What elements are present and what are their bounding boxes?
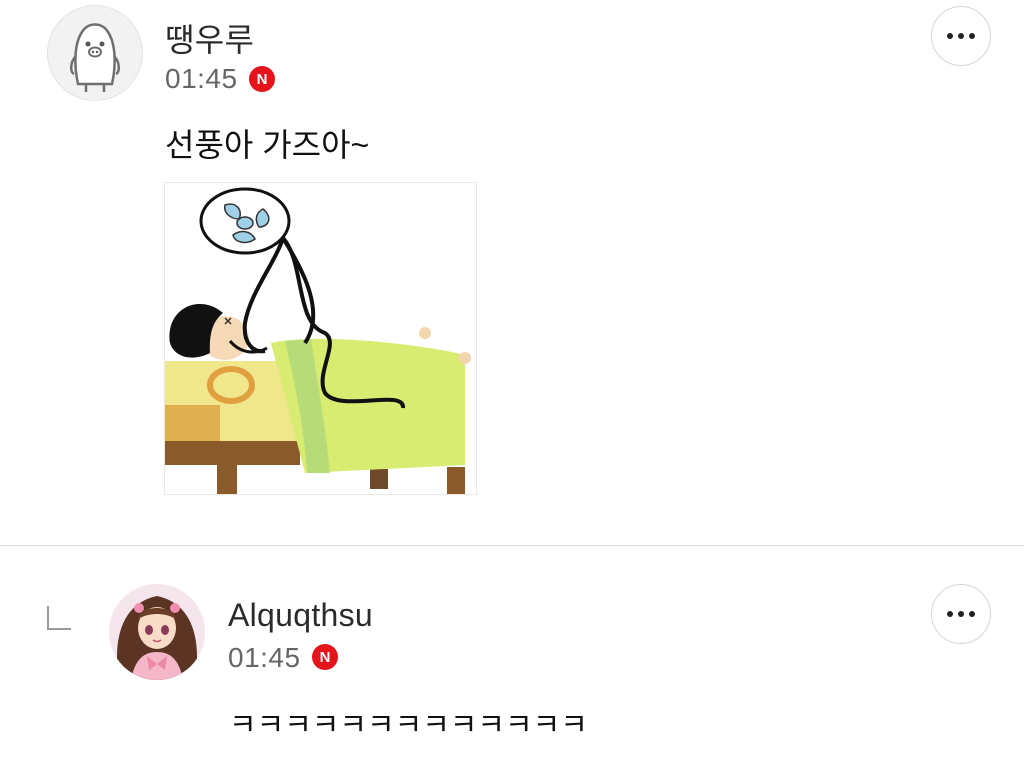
more-options-button[interactable] (931, 584, 991, 644)
comment-text: 선풍아 가즈아~ (165, 127, 370, 163)
avatar[interactable] (47, 5, 143, 101)
avatar[interactable] (109, 584, 205, 680)
dot-icon (969, 33, 975, 39)
dot-icon (958, 33, 964, 39)
person-in-bed-with-fan-illustration (165, 187, 471, 494)
new-badge: N (312, 644, 338, 670)
dot-icon (947, 611, 953, 617)
comment-divider (0, 545, 1024, 546)
comment-author[interactable]: 땡우루 (165, 15, 254, 61)
anime-girl-avatar-icon (109, 584, 205, 680)
dot-icon (947, 33, 953, 39)
comment-time: 01:45 (228, 642, 301, 673)
comment-author[interactable]: Alquqthsu (228, 597, 373, 634)
pig-character-icon (70, 23, 120, 92)
dot-icon (958, 611, 964, 617)
comment-text: ㅋㅋㅋㅋㅋㅋㅋㅋㅋㅋㅋㅋㅋ (229, 709, 588, 742)
new-badge: N (249, 66, 275, 92)
comment-image[interactable] (164, 182, 477, 495)
reply-arrow-icon (47, 606, 71, 630)
more-options-button[interactable] (931, 6, 991, 66)
comment-time: 01:45 (165, 63, 238, 94)
dot-icon (969, 611, 975, 617)
